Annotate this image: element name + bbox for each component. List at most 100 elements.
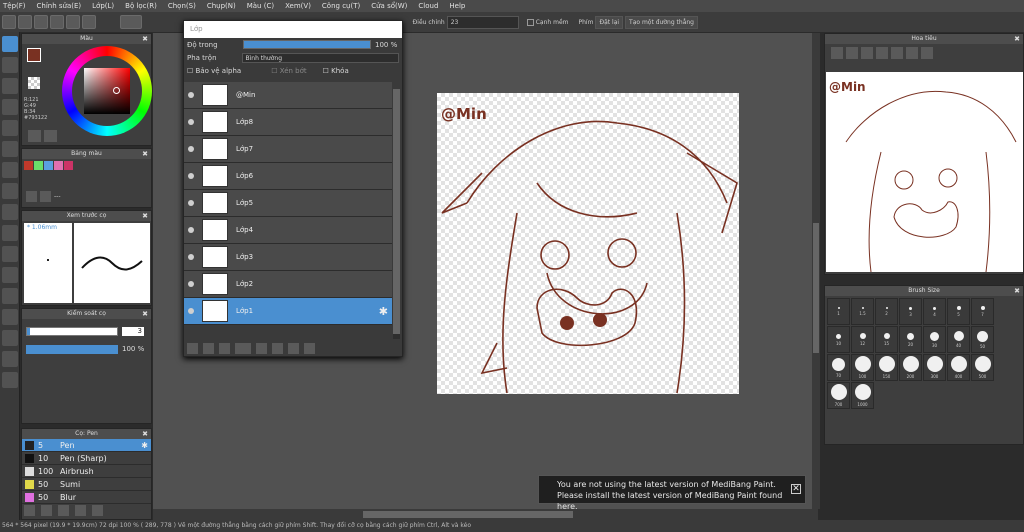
close-icon[interactable]: ✖: [142, 149, 148, 159]
add-brush-icon[interactable]: [41, 505, 52, 516]
copy-icon[interactable]: [75, 505, 86, 516]
brush-size-cell[interactable]: 30: [923, 326, 946, 353]
vertical-scrollbar[interactable]: [812, 33, 820, 509]
brush-size-cell[interactable]: 70: [827, 354, 850, 381]
close-icon[interactable]: ✖: [1014, 34, 1020, 44]
brush-size-cell[interactable]: 15: [875, 326, 898, 353]
settings-icon[interactable]: [58, 505, 69, 516]
palette-icon[interactable]: [28, 130, 41, 142]
transparent-swatch[interactable]: [28, 77, 40, 89]
new-halftone-layer-icon[interactable]: [203, 343, 214, 354]
duplicate-layer-icon[interactable]: [272, 343, 283, 354]
trash-icon[interactable]: [40, 191, 51, 202]
layer-opacity-slider[interactable]: [243, 40, 371, 49]
brush-size-cell[interactable]: 700: [827, 382, 850, 409]
alpha-protect-checkbox[interactable]: ☐ Bảo vệ alpha: [187, 67, 241, 75]
trash-icon[interactable]: [92, 505, 103, 516]
menu-item[interactable]: Chọn(S): [168, 2, 196, 10]
home-icon[interactable]: [2, 15, 16, 29]
update-notice[interactable]: You are not using the latest version of …: [538, 475, 806, 511]
menu-item[interactable]: Chỉnh sửa(E): [37, 2, 82, 10]
reset-button[interactable]: Đặt lại: [595, 15, 624, 29]
select-pen-icon[interactable]: [2, 267, 18, 283]
panel-tool-icon[interactable]: [2, 330, 18, 346]
brush-size-cell[interactable]: 2: [875, 298, 898, 325]
text-tool-icon[interactable]: [2, 309, 18, 325]
layer-row[interactable]: Lớp7: [184, 136, 392, 163]
primary-color-swatch[interactable]: [27, 48, 41, 62]
palette-swatch[interactable]: [44, 161, 53, 170]
layer-row[interactable]: Lớp2: [184, 271, 392, 298]
drawing-canvas[interactable]: @Min: [437, 93, 739, 394]
export-icon[interactable]: [18, 15, 32, 29]
close-icon[interactable]: ✖: [142, 34, 148, 44]
saturation-square[interactable]: [84, 68, 130, 114]
brush-size-cell[interactable]: 12: [851, 326, 874, 353]
new-page-icon[interactable]: [26, 191, 37, 202]
brush-size-cell[interactable]: 4: [923, 298, 946, 325]
palette-swatch[interactable]: [24, 161, 33, 170]
comic-icon[interactable]: [50, 15, 64, 29]
blend-select[interactable]: Bình thường: [242, 52, 399, 63]
brush-size-cell[interactable]: 5: [947, 298, 970, 325]
eye-icon[interactable]: [188, 308, 194, 314]
menu-item[interactable]: Tệp(F): [3, 2, 26, 10]
close-icon[interactable]: ✖: [142, 429, 148, 439]
menu-item[interactable]: Cửa sổ(W): [371, 2, 407, 10]
eyedropper-icon[interactable]: [2, 351, 18, 367]
brush-item[interactable]: 50 Blur: [22, 491, 151, 504]
palette-swatch[interactable]: [64, 161, 73, 170]
menu-item[interactable]: Xem(V): [285, 2, 311, 10]
select-eraser-icon[interactable]: [2, 288, 18, 304]
merge-down-icon[interactable]: [288, 343, 299, 354]
layer-row[interactable]: @Min: [184, 82, 392, 109]
eye-icon[interactable]: [188, 200, 194, 206]
lasso-icon[interactable]: [2, 225, 18, 241]
brush-tool-icon[interactable]: [2, 36, 18, 52]
brush-size-cell[interactable]: 200: [899, 354, 922, 381]
lock-checkbox[interactable]: ☐ Khóa: [323, 67, 349, 75]
smooth-checkbox[interactable]: [526, 18, 534, 26]
layer-type-dropdown-icon[interactable]: [235, 343, 251, 354]
flip-icon[interactable]: [906, 47, 918, 59]
brush-size-cell[interactable]: 7: [971, 298, 994, 325]
gradient-icon[interactable]: [2, 183, 18, 199]
gear-icon[interactable]: ✱: [379, 305, 388, 318]
close-icon[interactable]: ✖: [142, 211, 148, 221]
eye-icon[interactable]: [188, 227, 194, 233]
navigator-preview[interactable]: @Min: [826, 72, 1023, 272]
brush-size-cell[interactable]: 1000: [851, 382, 874, 409]
layer-row[interactable]: Lớp8: [184, 109, 392, 136]
brush-item[interactable]: 10 Pen (Sharp): [22, 452, 151, 465]
close-icon[interactable]: ✖: [142, 309, 148, 319]
palette-swatch[interactable]: [34, 161, 43, 170]
clip-checkbox[interactable]: ☐ Xén bớt: [271, 67, 306, 75]
snap-icon[interactable]: [82, 15, 96, 29]
select-rect-icon[interactable]: [2, 204, 18, 220]
menu-item[interactable]: Lớp(L): [92, 2, 114, 10]
close-icon[interactable]: ✕: [791, 484, 801, 494]
adjust-select[interactable]: 23: [446, 15, 519, 29]
menu-item[interactable]: Cloud: [418, 2, 438, 10]
grid-icon[interactable]: [66, 15, 80, 29]
size-input[interactable]: 3: [122, 327, 144, 336]
color-mode-icon[interactable]: [44, 130, 57, 142]
brush-size-cell[interactable]: 20: [899, 326, 922, 353]
layer-scrollbar[interactable]: [393, 89, 400, 339]
opacity-slider[interactable]: [26, 345, 118, 354]
brush-size-cell[interactable]: 300: [923, 354, 946, 381]
eye-icon[interactable]: [188, 173, 194, 179]
fill-rect-icon[interactable]: [2, 141, 18, 157]
actual-size-icon[interactable]: [876, 47, 888, 59]
menu-item[interactable]: Chụp(N): [207, 2, 236, 10]
brush-size-cell[interactable]: 100: [851, 354, 874, 381]
menu-item[interactable]: Công cụ(T): [322, 2, 360, 10]
layer-row[interactable]: Lớp1 ✱: [184, 298, 392, 325]
folder-icon[interactable]: [256, 343, 267, 354]
eye-icon[interactable]: [188, 254, 194, 260]
menu-item[interactable]: Bộ lọc(R): [125, 2, 157, 10]
layer-row[interactable]: Lớp5: [184, 190, 392, 217]
brush-size-cell[interactable]: 10: [827, 326, 850, 353]
brush-size-cell[interactable]: 150: [875, 354, 898, 381]
eye-icon[interactable]: [188, 281, 194, 287]
